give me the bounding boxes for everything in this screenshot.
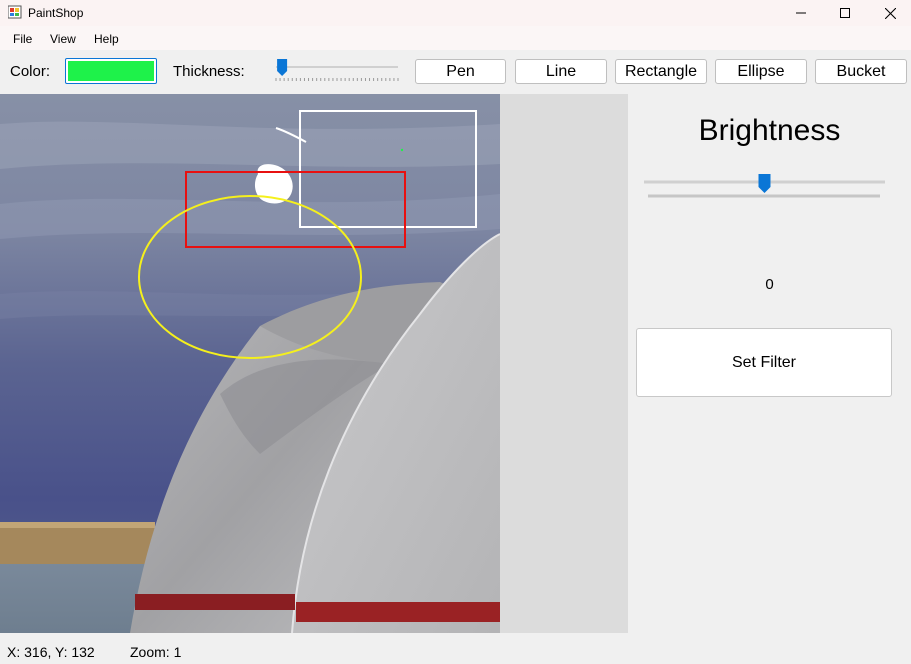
window-title: PaintShop (28, 6, 84, 20)
minimize-button[interactable] (778, 0, 824, 26)
right-sail-base (296, 602, 500, 622)
zoom-level: Zoom: 1 (130, 644, 182, 660)
close-button[interactable] (867, 0, 911, 26)
color-swatch-fill (68, 61, 154, 81)
maximize-icon (840, 8, 850, 18)
menu-bar: File View Help (0, 26, 911, 50)
bucket-button[interactable]: Bucket (815, 59, 907, 84)
thickness-slider-thumb[interactable] (277, 59, 288, 76)
ellipse-button[interactable]: Ellipse (715, 59, 807, 84)
color-picker-button[interactable] (65, 58, 157, 84)
set-filter-button[interactable]: Set Filter (636, 328, 892, 397)
breakwater-top (0, 522, 155, 528)
paintshop-window: PaintShop File View Help Color: Thicknes… (0, 0, 911, 664)
line-button[interactable]: Line (515, 59, 607, 84)
title-bar: PaintShop (0, 0, 911, 26)
thickness-ticks (275, 78, 399, 81)
drawing-canvas[interactable] (0, 94, 628, 633)
color-label: Color: (10, 63, 51, 80)
brightness-panel: Brightness 0 Set Filter (628, 94, 911, 633)
menu-view[interactable]: View (50, 32, 76, 46)
minimize-icon (796, 12, 806, 14)
left-sail-base (135, 594, 295, 610)
canvas-image[interactable] (0, 94, 500, 633)
menu-file[interactable]: File (13, 32, 32, 46)
pen-button[interactable]: Pen (415, 59, 506, 84)
thickness-label: Thickness: (173, 63, 245, 80)
menu-help[interactable]: Help (94, 32, 119, 46)
thickness-slider[interactable] (272, 56, 402, 86)
cursor-coordinates: X: 316, Y: 132 (7, 644, 95, 660)
brightness-value: 0 (765, 276, 774, 293)
rectangle-button[interactable]: Rectangle (615, 59, 707, 84)
paint-palette-icon (8, 5, 22, 19)
brightness-slider-thumb[interactable] (758, 174, 771, 193)
toolbar: Color: Thickness: Pen Line Rectangle Ell… (0, 50, 911, 92)
status-bar: X: 316, Y: 132 Zoom: 1 (0, 640, 911, 664)
brightness-title: Brightness (698, 114, 841, 147)
green-paint-dot (400, 148, 404, 152)
brightness-slider[interactable] (642, 172, 887, 202)
breakwater-wall (0, 522, 155, 564)
close-icon (884, 7, 896, 19)
maximize-button[interactable] (822, 0, 868, 26)
